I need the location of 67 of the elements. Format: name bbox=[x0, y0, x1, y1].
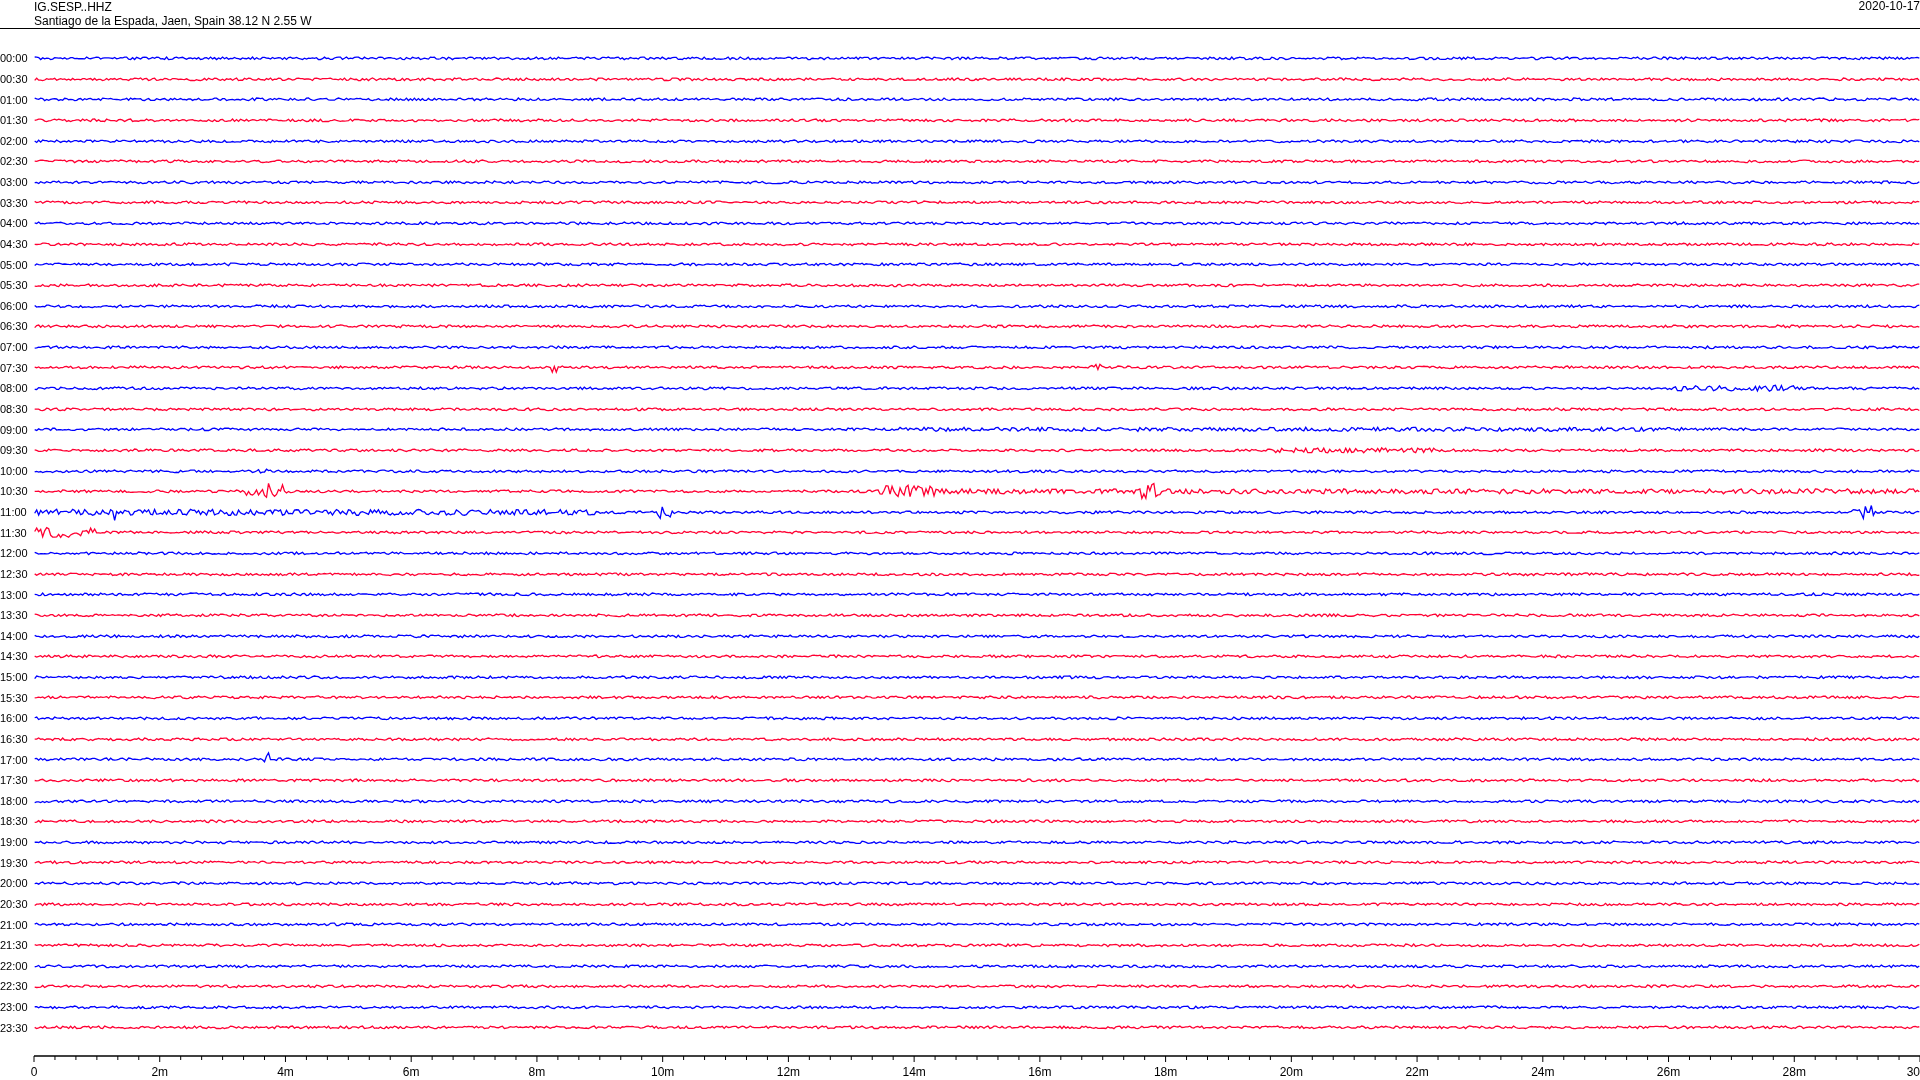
trace-time-label: 07:00 bbox=[0, 341, 29, 354]
trace-time-label: 01:00 bbox=[0, 93, 29, 106]
trace-time-label: 23:30 bbox=[0, 1021, 29, 1034]
trace-time-label: 14:30 bbox=[0, 650, 29, 663]
axis-label: 30 bbox=[1906, 1065, 1920, 1079]
trace-time-label: 16:30 bbox=[0, 732, 29, 745]
trace-time-label: 17:00 bbox=[0, 753, 29, 766]
trace-time-label: 14:00 bbox=[0, 629, 29, 642]
trace-time-label: 03:30 bbox=[0, 196, 29, 209]
axis-label: 4m bbox=[277, 1065, 294, 1079]
trace-time-label: 21:30 bbox=[0, 939, 29, 952]
station-location: Santiago de la Espada, Jaen, Spain 38.12 N 2.55 W bbox=[34, 14, 312, 28]
trace-time-label: 19:00 bbox=[0, 836, 29, 849]
trace-time-label: 04:00 bbox=[0, 217, 29, 230]
trace-time-label: 08:30 bbox=[0, 402, 29, 415]
trace-time-label: 04:30 bbox=[0, 237, 29, 250]
trace-time-label: 11:30 bbox=[0, 526, 28, 539]
trace-time-label: 05:30 bbox=[0, 279, 29, 292]
trace-time-label: 02:30 bbox=[0, 155, 29, 168]
trace-time-label: 00:00 bbox=[0, 52, 29, 65]
trace-time-label: 21:00 bbox=[0, 918, 29, 931]
trace-time-label: 22:00 bbox=[0, 959, 29, 972]
trace-time-label: 23:00 bbox=[0, 1001, 29, 1014]
axis-label: 28m bbox=[1782, 1065, 1806, 1079]
trace-time-label: 13:00 bbox=[0, 588, 29, 601]
axis-label: 8m bbox=[528, 1065, 546, 1079]
station-code: IG.SESP..HHZ bbox=[34, 0, 113, 14]
trace-time-label: 18:00 bbox=[0, 794, 29, 807]
trace-time-label: 01:30 bbox=[0, 114, 29, 127]
trace-time-label: 06:00 bbox=[0, 299, 29, 312]
trace-time-label: 09:30 bbox=[0, 444, 29, 457]
trace-time-label: 19:30 bbox=[0, 856, 29, 869]
trace-time-label: 15:30 bbox=[0, 691, 29, 704]
trace-time-label: 08:00 bbox=[0, 382, 29, 395]
record-date: 2020-10-17 bbox=[1858, 0, 1920, 15]
trace-time-label: 00:30 bbox=[0, 72, 29, 85]
trace-time-label: 10:00 bbox=[0, 464, 29, 477]
axis-label: 12m bbox=[776, 1065, 801, 1079]
trace-time-label: 11:00 bbox=[0, 506, 28, 519]
axis-label: 20m bbox=[1279, 1065, 1303, 1079]
trace-time-label: 07:30 bbox=[0, 361, 29, 374]
axis-label: 22m bbox=[1405, 1065, 1429, 1079]
axis-label: 16m bbox=[1028, 1065, 1052, 1079]
trace-time-label: 09:00 bbox=[0, 423, 29, 436]
trace-time-label: 12:00 bbox=[0, 547, 29, 560]
axis-label: 2m bbox=[151, 1065, 169, 1079]
trace-time-label: 12:30 bbox=[0, 567, 29, 580]
trace-time-label: 06:30 bbox=[0, 320, 29, 333]
trace-time-label: 05:00 bbox=[0, 258, 29, 271]
trace-time-label: 02:00 bbox=[0, 134, 29, 147]
axis-label: 14m bbox=[902, 1065, 926, 1079]
axis-label: 24m bbox=[1531, 1065, 1555, 1079]
trace-time-label: 10:30 bbox=[0, 485, 29, 498]
axis-label: 18m bbox=[1153, 1065, 1178, 1079]
trace-time-label: 17:30 bbox=[0, 774, 29, 787]
trace-time-label: 20:00 bbox=[0, 877, 29, 890]
trace-time-label: 18:30 bbox=[0, 815, 29, 828]
trace-time-label: 16:00 bbox=[0, 712, 29, 725]
trace-time-label: 03:00 bbox=[0, 176, 29, 189]
trace-time-label: 13:30 bbox=[0, 609, 29, 622]
axis-label: 10m bbox=[651, 1065, 675, 1079]
axis-label: 0 bbox=[30, 1065, 38, 1079]
trace-time-label: 22:30 bbox=[0, 980, 29, 993]
trace-time-label: 20:30 bbox=[0, 897, 29, 910]
axis-label: 26m bbox=[1656, 1065, 1681, 1079]
axis-label: 6m bbox=[402, 1065, 420, 1079]
trace-time-label: 15:00 bbox=[0, 671, 29, 684]
